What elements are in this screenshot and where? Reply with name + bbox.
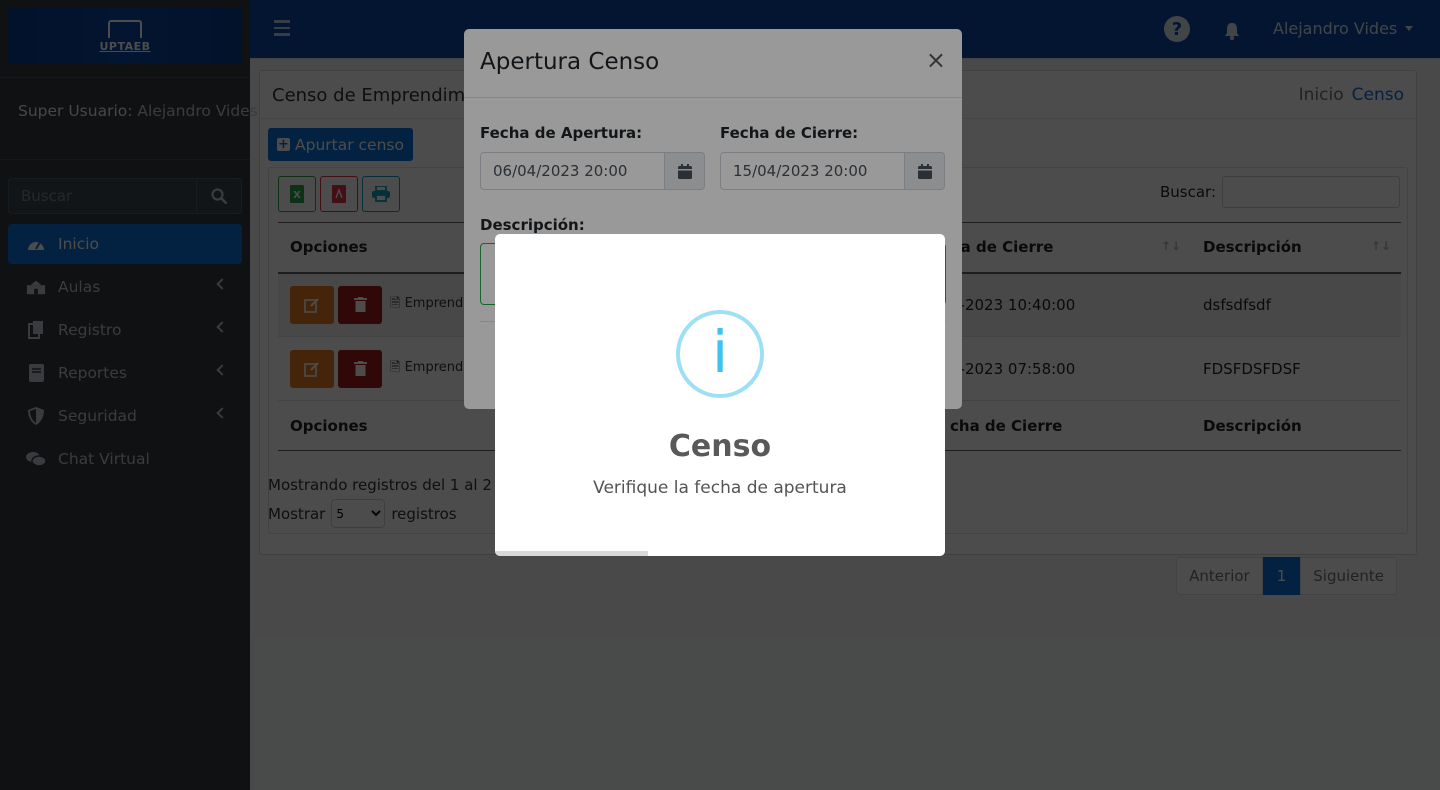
alert-timer-progress-bar <box>495 551 648 556</box>
alert-title: Censo <box>668 429 772 464</box>
alert-message: Verifique la fecha de apertura <box>593 478 847 498</box>
info-alert: i Censo Verifique la fecha de apertura <box>495 234 945 556</box>
info-icon: i <box>676 310 764 398</box>
